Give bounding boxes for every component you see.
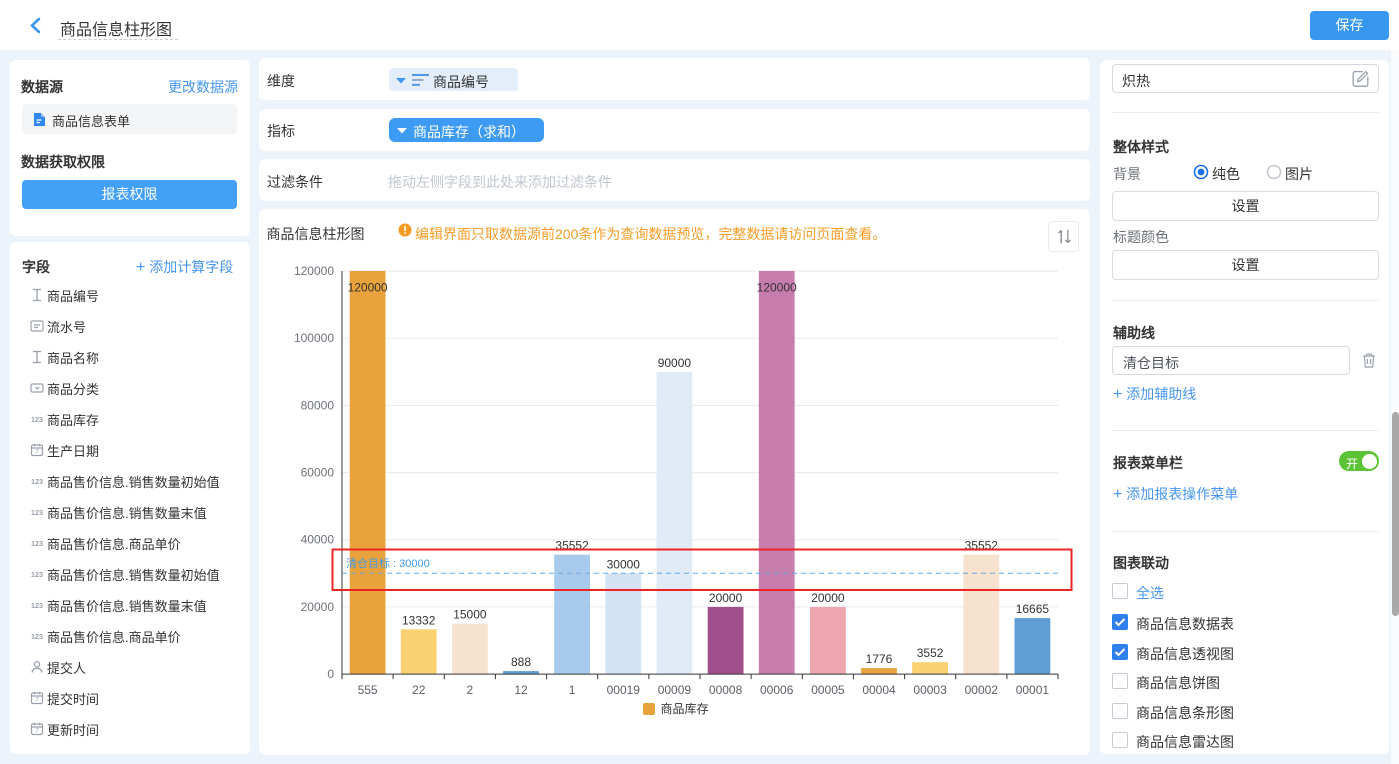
svg-text:00008: 00008: [708, 683, 742, 697]
svg-text:120000: 120000: [293, 264, 333, 278]
svg-text:清仓目标 : 30000: 清仓目标 : 30000: [346, 555, 430, 569]
svg-text:120000: 120000: [756, 280, 796, 294]
svg-text:16665: 16665: [1015, 602, 1049, 616]
svg-text:00006: 00006: [760, 683, 794, 697]
svg-text:123: 123: [31, 570, 43, 579]
svg-text:123: 123: [31, 539, 43, 548]
svg-text:123: 123: [31, 601, 43, 610]
svg-text:00003: 00003: [913, 683, 947, 697]
svg-text:00005: 00005: [811, 683, 845, 697]
svg-text:15000: 15000: [453, 607, 487, 621]
svg-text:60000: 60000: [300, 465, 334, 479]
svg-text:123: 123: [31, 632, 43, 641]
svg-text:00009: 00009: [657, 683, 691, 697]
svg-text:123: 123: [31, 477, 43, 486]
svg-text:7: 7: [35, 729, 39, 735]
svg-text:商品库存: 商品库存: [660, 701, 708, 716]
svg-text:00019: 00019: [606, 683, 640, 697]
svg-text:0: 0: [327, 667, 334, 681]
svg-text:35552: 35552: [555, 538, 589, 552]
svg-text:20000: 20000: [708, 590, 742, 604]
svg-text:123: 123: [31, 415, 43, 424]
svg-text:12: 12: [514, 683, 528, 697]
svg-text:30000: 30000: [606, 557, 640, 571]
svg-text:22: 22: [412, 683, 426, 697]
svg-text:1: 1: [568, 683, 575, 697]
svg-text:40000: 40000: [300, 532, 334, 546]
svg-text:00002: 00002: [964, 683, 998, 697]
svg-text:20000: 20000: [300, 599, 334, 613]
svg-text:90000: 90000: [657, 355, 691, 369]
svg-text:2: 2: [466, 683, 473, 697]
svg-text:100000: 100000: [293, 331, 333, 345]
svg-text:3552: 3552: [916, 646, 943, 660]
svg-text:7: 7: [35, 450, 39, 456]
svg-text:13332: 13332: [402, 613, 436, 627]
svg-text:00001: 00001: [1015, 683, 1049, 697]
svg-text:80000: 80000: [300, 398, 334, 412]
svg-text:123: 123: [31, 508, 43, 517]
svg-text:1776: 1776: [865, 652, 892, 666]
svg-text:888: 888: [510, 655, 530, 669]
svg-text:35552: 35552: [964, 538, 998, 552]
svg-text:555: 555: [357, 683, 377, 697]
svg-text:20000: 20000: [811, 590, 845, 604]
svg-text:00004: 00004: [862, 683, 896, 697]
svg-text:7: 7: [35, 698, 39, 704]
svg-text:120000: 120000: [347, 280, 387, 294]
